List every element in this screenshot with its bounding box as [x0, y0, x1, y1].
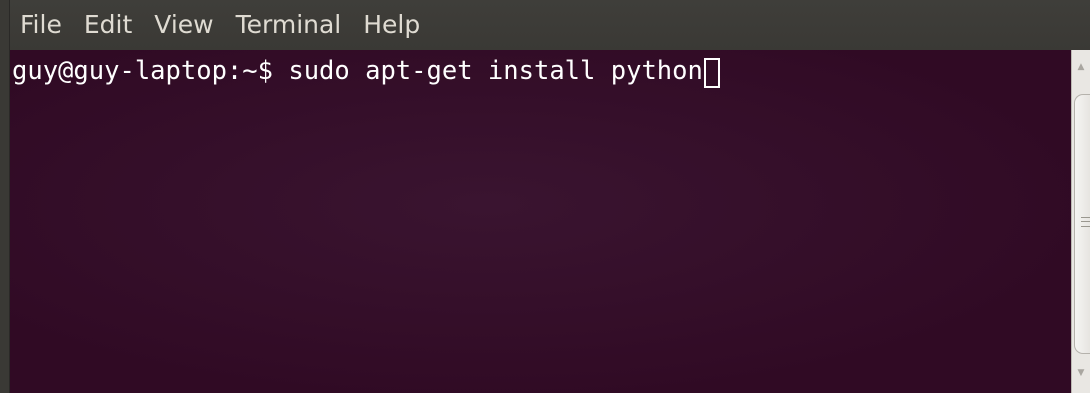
window-left-border — [0, 0, 10, 393]
menu-bar: File Edit View Terminal Help — [10, 0, 1090, 50]
typed-command: sudo apt-get install python — [288, 56, 703, 86]
grip-icon — [1081, 217, 1090, 227]
menu-edit[interactable]: Edit — [73, 3, 143, 47]
scrollbar-thumb[interactable] — [1074, 94, 1090, 354]
terminal-window: File Edit View Terminal Help guy@guy-lap… — [0, 0, 1090, 393]
vertical-scrollbar[interactable]: ▲ ▼ — [1071, 50, 1090, 393]
text-cursor — [703, 58, 720, 88]
menu-view[interactable]: View — [143, 3, 224, 47]
menu-help[interactable]: Help — [352, 3, 431, 47]
scroll-up-arrow-icon[interactable]: ▲ — [1072, 62, 1090, 72]
menu-file[interactable]: File — [10, 3, 73, 47]
menu-terminal[interactable]: Terminal — [225, 3, 353, 47]
command-line: guy@guy-laptop:~$ sudo apt-get install p… — [12, 55, 720, 88]
scroll-down-arrow-icon[interactable]: ▼ — [1072, 368, 1090, 378]
shell-prompt: guy@guy-laptop:~$ — [12, 56, 289, 86]
terminal-area[interactable]: guy@guy-laptop:~$ sudo apt-get install p… — [10, 50, 1071, 393]
